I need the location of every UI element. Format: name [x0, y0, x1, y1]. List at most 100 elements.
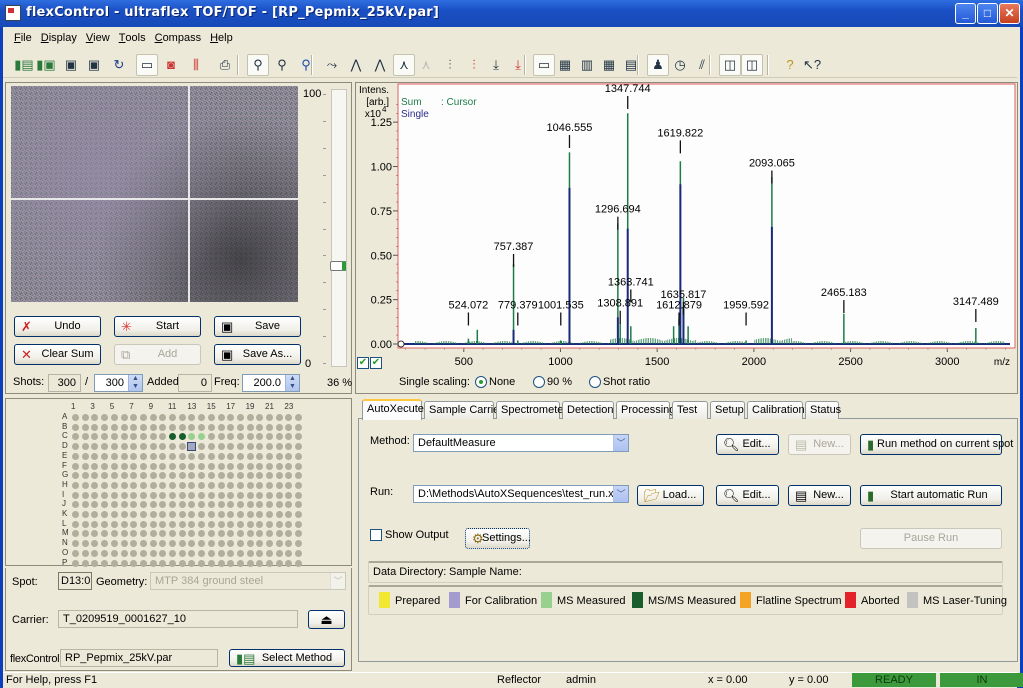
spectrum-label-disabled-button[interactable]: ⋏	[415, 54, 437, 76]
peak-pick-button[interactable]: ⤳	[321, 54, 343, 76]
plate-well-B11[interactable]	[169, 423, 176, 431]
save-method-button[interactable]: ▮▣	[35, 54, 57, 76]
plate-well-G6[interactable]	[120, 472, 128, 480]
plate-well-E16[interactable]	[217, 452, 225, 460]
plate-well-H2[interactable]	[81, 481, 89, 489]
peak-add-button[interactable]: ⋀	[345, 54, 367, 76]
menu-compass[interactable]: Compass	[144, 29, 204, 44]
plate-well-B2[interactable]	[81, 423, 89, 431]
print-button[interactable]: ⎙	[214, 54, 236, 76]
plate-well-H14[interactable]	[198, 481, 206, 489]
plate-well-P8[interactable]	[139, 559, 147, 567]
plate-well-L16[interactable]	[217, 520, 225, 528]
plate-well-E14[interactable]	[198, 452, 206, 460]
start-button[interactable]: ✳ Start	[114, 316, 201, 337]
plate-well-H4[interactable]	[101, 481, 109, 489]
plate-well-D5[interactable]	[110, 443, 118, 451]
plate-well-L20[interactable]	[256, 520, 264, 528]
plate-well-L15[interactable]	[207, 520, 215, 528]
tab-processing[interactable]: Processing	[616, 401, 675, 419]
plate-well-A12[interactable]	[178, 414, 186, 421]
undo-button[interactable]: ✗ Undo	[14, 316, 101, 337]
plate-well-P1[interactable]	[72, 559, 79, 567]
edit-method-button[interactable]: 🔍︎ Edit...	[716, 434, 779, 455]
run-method-current-spot-button[interactable]: ▮ Run method on current spot	[860, 434, 1013, 455]
plate-well-B12[interactable]	[178, 423, 186, 431]
plate-well-P24[interactable]	[295, 559, 303, 567]
plate-well-L18[interactable]	[236, 520, 244, 528]
plate-well-P18[interactable]	[236, 559, 244, 567]
plate-well-P10[interactable]	[159, 559, 167, 567]
plate-well-K21[interactable]	[266, 511, 273, 518]
plate-well-B24[interactable]	[295, 423, 303, 431]
plate-well-D13[interactable]	[187, 442, 197, 452]
plate-well-H8[interactable]	[139, 481, 147, 489]
sum-visible-checkbox[interactable]: ✔	[357, 357, 369, 369]
plate-well-L12[interactable]	[178, 520, 186, 528]
plate-well-O24[interactable]	[295, 549, 303, 557]
plate-well-D8[interactable]	[139, 443, 147, 451]
plate-well-I7[interactable]	[130, 491, 138, 499]
plate-well-L21[interactable]	[266, 520, 273, 528]
plate-well-F23[interactable]	[285, 462, 293, 470]
plate-well-E9[interactable]	[149, 452, 157, 460]
plate-well-E15[interactable]	[207, 452, 215, 460]
plate-well-P9[interactable]	[149, 559, 157, 567]
plate-well-H9[interactable]	[149, 481, 157, 489]
plate-well-B6[interactable]	[120, 423, 128, 431]
plate-well-I15[interactable]	[207, 491, 215, 499]
plate-well-F17[interactable]	[227, 462, 235, 470]
plate-well-J9[interactable]	[149, 501, 157, 509]
plate-well-N2[interactable]	[81, 540, 89, 548]
plate-well-D18[interactable]	[236, 443, 244, 451]
plate-well-D16[interactable]	[217, 443, 225, 451]
plate-well-D9[interactable]	[149, 443, 157, 451]
freq-spinner[interactable]: ▲ ▼	[285, 375, 299, 391]
plate-well-J16[interactable]	[217, 501, 225, 509]
laser-power-slider-thumb[interactable]	[330, 261, 346, 272]
plate-well-K19[interactable]	[246, 511, 254, 518]
plate-well-G19[interactable]	[246, 472, 254, 480]
tab-calibration[interactable]: Calibration	[747, 401, 805, 419]
user-button[interactable]: ♟	[647, 54, 669, 76]
zoom-button[interactable]: ⚲	[247, 54, 269, 76]
plate-well-J12[interactable]	[178, 501, 186, 509]
plate-well-A16[interactable]	[217, 414, 225, 421]
plate-well-F5[interactable]	[110, 462, 118, 470]
plate-well-K16[interactable]	[217, 511, 225, 518]
plate-well-A22[interactable]	[275, 414, 283, 421]
plate-well-P7[interactable]	[130, 559, 138, 567]
plate-well-I1[interactable]	[72, 491, 79, 499]
peak-remove-button[interactable]: ⋀	[369, 54, 391, 76]
save-as-button[interactable]: ▣	[83, 54, 105, 76]
plate-well-I10[interactable]	[159, 491, 167, 499]
new-run-button[interactable]: ▤ New...	[788, 485, 851, 506]
layout-3-button[interactable]: ▥	[576, 54, 598, 76]
plate-well-B10[interactable]	[159, 423, 167, 431]
plate-well-G12[interactable]	[178, 472, 186, 480]
plate-well-G22[interactable]	[275, 472, 283, 480]
plate-well-O11[interactable]	[169, 549, 176, 557]
plate-well-O2[interactable]	[81, 549, 89, 557]
plate-well-L1[interactable]	[72, 520, 79, 528]
peak-button[interactable]: ⫼	[185, 54, 207, 76]
plate-well-B8[interactable]	[139, 423, 147, 431]
plate-well-I23[interactable]	[285, 491, 293, 499]
layout-1-button[interactable]: ▭	[533, 54, 555, 76]
spectrum-view-button[interactable]: ◫	[719, 54, 741, 76]
plate-well-I5[interactable]	[110, 491, 118, 499]
spectrum-label-button[interactable]: ⋏	[393, 54, 415, 76]
tab-spectrometer[interactable]: Spectrometer	[496, 401, 567, 419]
plate-well-I21[interactable]	[266, 491, 273, 499]
plate-well-I20[interactable]	[256, 491, 264, 499]
plate-well-O4[interactable]	[101, 549, 109, 557]
plate-well-B16[interactable]	[217, 423, 225, 431]
plate-well-O5[interactable]	[110, 549, 118, 557]
plate-well-F15[interactable]	[207, 462, 215, 470]
plate-well-B19[interactable]	[246, 423, 254, 431]
plate-well-D22[interactable]	[275, 443, 283, 451]
plate-well-E8[interactable]	[139, 452, 147, 460]
plate-well-A2[interactable]	[81, 414, 89, 421]
plate-well-N19[interactable]	[246, 540, 254, 548]
plate-well-O8[interactable]	[139, 549, 147, 557]
